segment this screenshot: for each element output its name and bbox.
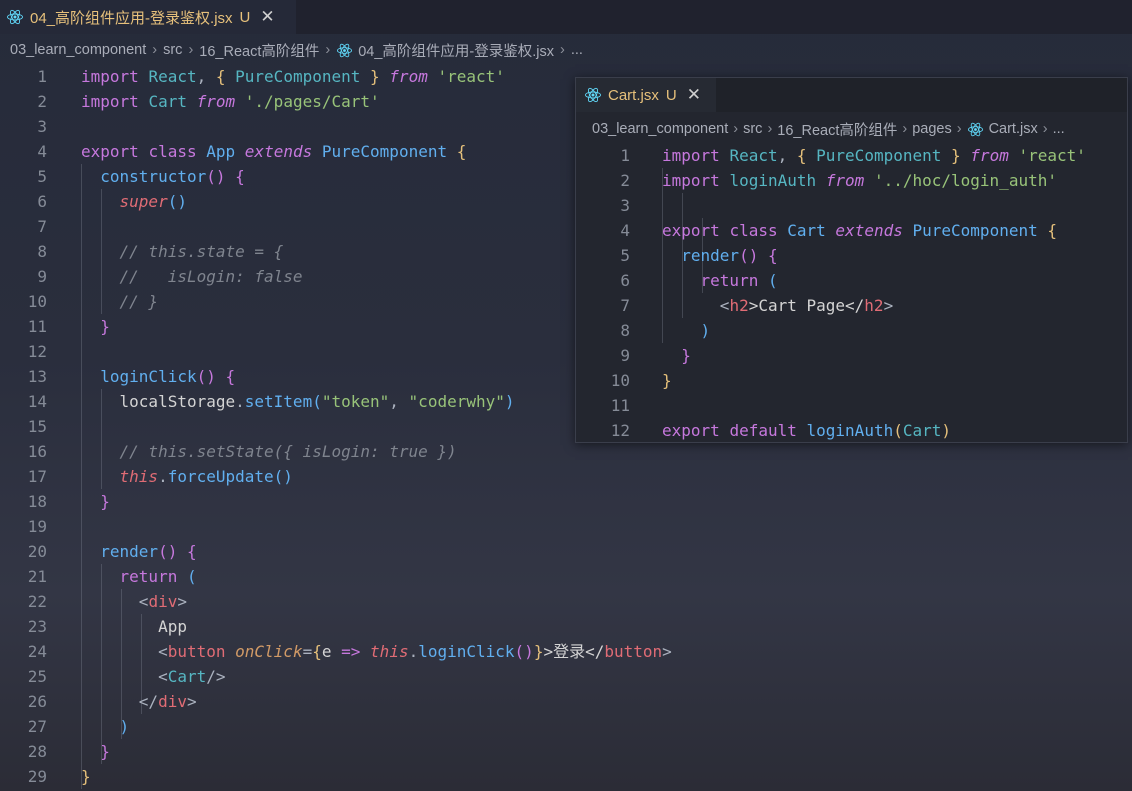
line-number: 5 bbox=[37, 167, 47, 186]
line-number: 4 bbox=[37, 142, 47, 161]
untracked-badge: U bbox=[665, 86, 677, 104]
line-number: 8 bbox=[620, 321, 630, 340]
chevron-right-icon: › bbox=[767, 121, 773, 137]
line-number: 20 bbox=[27, 542, 47, 561]
line-number: 18 bbox=[27, 492, 47, 511]
line-number: 29 bbox=[27, 767, 47, 786]
line-number: 15 bbox=[27, 417, 47, 436]
line-number: 22 bbox=[27, 592, 47, 611]
line-number: 27 bbox=[27, 717, 47, 736]
line-number: 1 bbox=[620, 146, 630, 165]
untracked-badge: U bbox=[239, 8, 251, 26]
line-number: 24 bbox=[27, 642, 47, 661]
chevron-right-icon: › bbox=[902, 121, 908, 137]
line-number: 17 bbox=[27, 467, 47, 486]
chevron-right-icon: › bbox=[325, 42, 331, 58]
line-number: 11 bbox=[27, 317, 47, 336]
react-file-icon bbox=[967, 122, 983, 136]
react-file-icon bbox=[337, 43, 353, 57]
line-number: 8 bbox=[37, 242, 47, 261]
breadcrumb-item[interactable]: 03_learn_component bbox=[592, 121, 728, 137]
tab-bar: 04_高阶组件应用-登录鉴权.jsx U ✕ bbox=[0, 0, 1132, 34]
line-number: 23 bbox=[27, 617, 47, 636]
tab-cart-file[interactable]: Cart.jsx U ✕ bbox=[576, 78, 716, 112]
breadcrumb-item[interactable]: 04_高阶组件应用-登录鉴权.jsx bbox=[358, 40, 554, 61]
line-number: 7 bbox=[37, 217, 47, 236]
peek-tab-bar: Cart.jsx U ✕ bbox=[576, 78, 1127, 112]
peek-editor-window[interactable]: Cart.jsx U ✕ 03_learn_component › src › … bbox=[575, 77, 1128, 443]
line-number: 1 bbox=[37, 67, 47, 86]
line-number: 21 bbox=[27, 567, 47, 586]
chevron-right-icon: › bbox=[956, 121, 962, 137]
line-number: 2 bbox=[620, 171, 630, 190]
line-number: 10 bbox=[27, 292, 47, 311]
tab-title: Cart.jsx bbox=[608, 86, 659, 104]
line-number: 6 bbox=[37, 192, 47, 211]
peek-code-editor[interactable]: 1 import React, { PureComponent } from 'r… bbox=[576, 143, 1127, 442]
chevron-right-icon: › bbox=[733, 121, 739, 137]
breadcrumb-item[interactable]: 03_learn_component bbox=[10, 42, 146, 58]
line-number: 3 bbox=[37, 117, 47, 136]
close-icon[interactable]: ✕ bbox=[687, 85, 701, 105]
breadcrumb: 03_learn_component › src › 16_React高阶组件 … bbox=[576, 116, 1127, 142]
chevron-right-icon: › bbox=[188, 42, 194, 58]
chevron-right-icon: › bbox=[1042, 121, 1048, 137]
breadcrumb-item[interactable]: 16_React高阶组件 bbox=[777, 119, 897, 140]
line-number: 12 bbox=[610, 421, 630, 440]
line-number: 26 bbox=[27, 692, 47, 711]
line-number: 2 bbox=[37, 92, 47, 111]
line-number: 5 bbox=[620, 246, 630, 265]
line-number: 4 bbox=[620, 221, 630, 240]
breadcrumb-item[interactable]: Cart.jsx bbox=[989, 121, 1038, 137]
breadcrumb: 03_learn_component › src › 16_React高阶组件 … bbox=[0, 36, 1132, 64]
chevron-right-icon: › bbox=[152, 42, 158, 58]
line-number: 9 bbox=[620, 346, 630, 365]
chevron-right-icon: › bbox=[559, 42, 565, 58]
line-number: 19 bbox=[27, 517, 47, 536]
line-number: 16 bbox=[27, 442, 47, 461]
close-icon[interactable]: ✕ bbox=[260, 7, 274, 27]
react-file-icon bbox=[7, 9, 23, 25]
tab-title: 04_高阶组件应用-登录鉴权.jsx bbox=[30, 9, 233, 27]
line-number: 14 bbox=[27, 392, 47, 411]
line-number: 9 bbox=[37, 267, 47, 286]
breadcrumb-item[interactable]: 16_React高阶组件 bbox=[199, 40, 319, 61]
react-file-icon bbox=[585, 87, 601, 103]
line-number: 3 bbox=[620, 196, 630, 215]
breadcrumb-item[interactable]: src bbox=[163, 42, 182, 58]
breadcrumb-item[interactable]: pages bbox=[912, 121, 952, 137]
line-number: 28 bbox=[27, 742, 47, 761]
breadcrumb-item[interactable]: ... bbox=[571, 42, 583, 58]
line-number: 13 bbox=[27, 367, 47, 386]
breadcrumb-item[interactable]: ... bbox=[1053, 121, 1065, 137]
line-number: 12 bbox=[27, 342, 47, 361]
line-number: 11 bbox=[610, 396, 630, 415]
line-number: 7 bbox=[620, 296, 630, 315]
breadcrumb-item[interactable]: src bbox=[743, 121, 762, 137]
line-number: 25 bbox=[27, 667, 47, 686]
line-number: 10 bbox=[610, 371, 630, 390]
line-number: 6 bbox=[620, 271, 630, 290]
tab-main-file[interactable]: 04_高阶组件应用-登录鉴权.jsx U ✕ bbox=[0, 0, 296, 34]
